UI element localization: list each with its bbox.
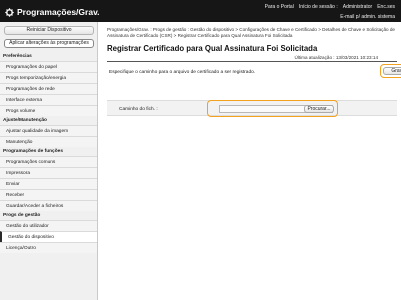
- sidebar-item-send[interactable]: Enviar: [0, 178, 97, 189]
- sidebar-item-user-management[interactable]: Gestão do utilizador: [0, 220, 97, 231]
- sidebar-item-network[interactable]: Programações de rede: [0, 83, 97, 94]
- breadcrumb: Programações/Grav. : Progs de gestão : G…: [107, 27, 395, 38]
- sidebar-item-image-quality[interactable]: Ajustar qualidade da imagem: [0, 125, 97, 136]
- gear-icon: [5, 7, 14, 17]
- sidebar-item-device-management[interactable]: Gestão do dispositivo: [0, 231, 97, 242]
- last-update-timestamp: Última atualização : 13/03/2021 10:23:14: [294, 55, 378, 60]
- register-button[interactable]: Gravar: [383, 67, 401, 75]
- section-heading-functions: Programações de funções: [3, 149, 63, 154]
- section-heading-management: Progs de gestão: [3, 213, 41, 218]
- file-path-label: Caminho do fich. :: [119, 107, 158, 112]
- browse-button[interactable]: Procurar...: [304, 105, 334, 113]
- sidebar-item-volume[interactable]: Progs volume: [0, 105, 97, 116]
- user-name: Administrator: [342, 4, 373, 10]
- login-label: Início de sessão :: [298, 4, 338, 10]
- header-links: Para o Portal Início de sessão : Adminis…: [265, 4, 395, 10]
- sidebar-item-printer[interactable]: Impressora: [0, 167, 97, 178]
- reboot-device-button[interactable]: Reiniciar Dispositivo: [4, 26, 94, 35]
- sidebar-item-external-interface[interactable]: Interface externa: [0, 94, 97, 105]
- sidebar-item-store-access-files[interactable]: Guardar/Aceder a ficheiros: [0, 200, 97, 211]
- sidebar-item-common[interactable]: Programações comuns: [0, 156, 97, 167]
- sidebar-item-maintenance[interactable]: Manutenção: [0, 136, 97, 147]
- sidebar-item-license-other[interactable]: Licença/Outro: [0, 242, 97, 253]
- sidebar: Reiniciar Dispositivo Aplicar alterações…: [0, 22, 98, 300]
- apply-settings-button[interactable]: Aplicar alterações às programações: [4, 39, 94, 48]
- sidebar-item-paper[interactable]: Programações do papel: [0, 61, 97, 72]
- portal-link[interactable]: Para o Portal: [265, 4, 294, 10]
- top-header: Programações/Grav. Para o Portal Início …: [0, 0, 401, 22]
- sidebar-item-receive[interactable]: Receber: [0, 189, 97, 200]
- app-title: Programações/Grav.: [5, 7, 100, 17]
- email-admin-link[interactable]: E-mail p/ admin. sistema: [340, 14, 395, 20]
- main-content: Programações/Grav. : Progs de gestão : G…: [99, 22, 401, 300]
- section-heading-preferences: Preferências: [3, 54, 32, 59]
- section-heading-adjustment: Ajuste/Manutenção: [3, 118, 47, 123]
- app-title-text: Programações/Grav.: [17, 7, 100, 17]
- page-title: Registrar Certificado para Qual Assinatu…: [107, 44, 318, 53]
- instruction-text: Especifique o caminho para o arquivo de …: [109, 70, 256, 75]
- logout-link[interactable]: Enc.ses: [377, 4, 395, 10]
- sidebar-item-timer-energy[interactable]: Progs temporização/energia: [0, 72, 97, 83]
- title-divider: [107, 61, 397, 62]
